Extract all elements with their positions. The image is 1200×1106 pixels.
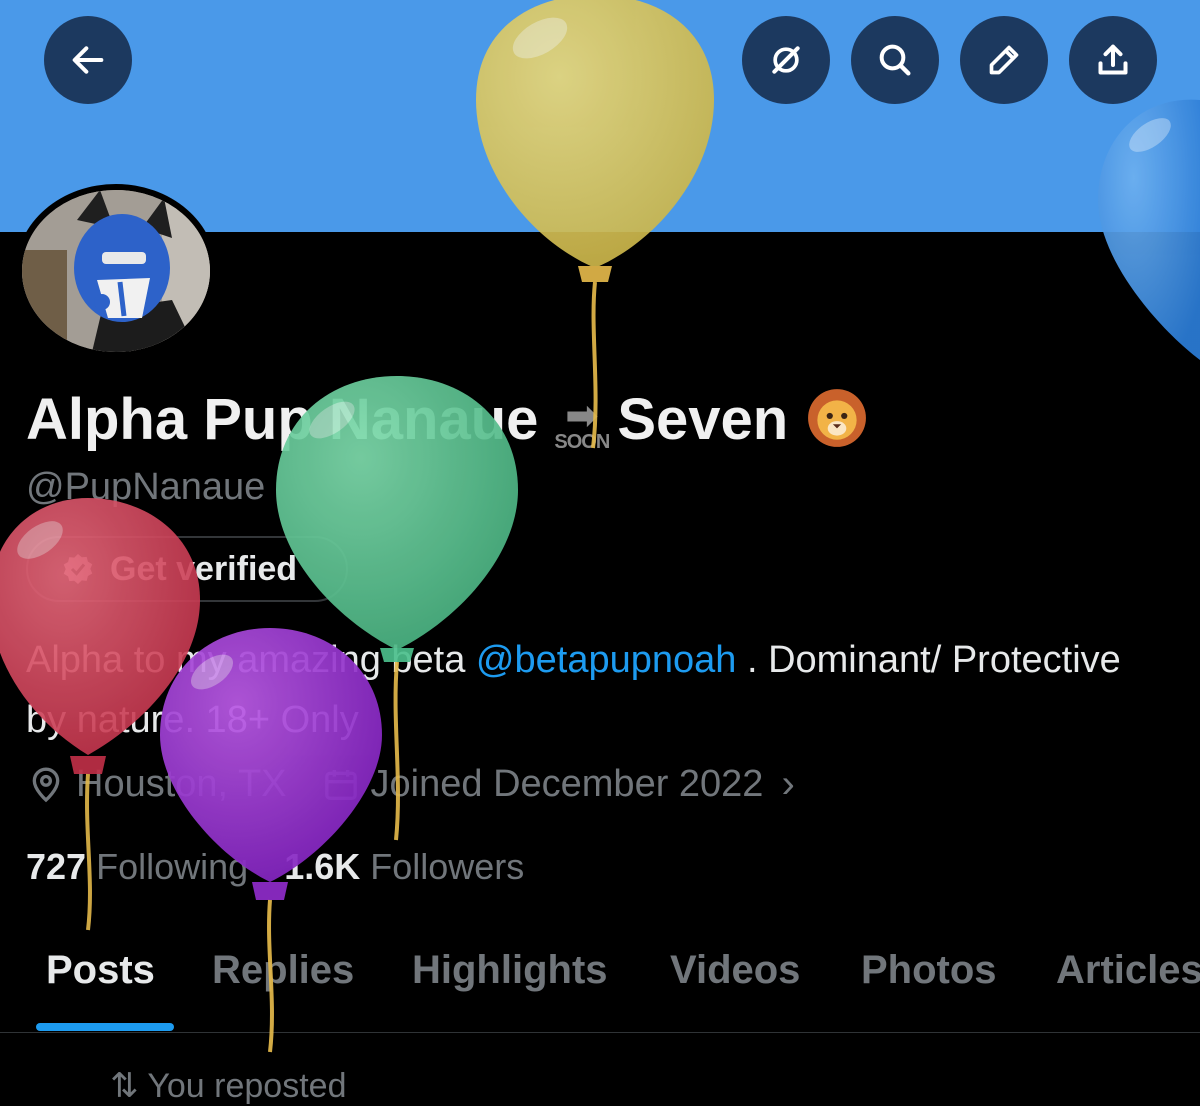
- display-name-part1: Alpha Pup Nanaue: [26, 387, 539, 452]
- share-icon: [1098, 44, 1128, 75]
- tab-videos[interactable]: Videos: [670, 948, 800, 993]
- share-button[interactable]: [1069, 16, 1157, 104]
- tab-replies[interactable]: Replies: [212, 948, 354, 993]
- tab-articles[interactable]: Articles: [1056, 948, 1200, 993]
- get-verified-label: Get verified: [110, 549, 298, 588]
- search-button[interactable]: [851, 16, 939, 104]
- repost-label: You reposted: [147, 1067, 347, 1105]
- active-tab-indicator: [36, 1023, 174, 1031]
- arrow-left-icon: [72, 46, 104, 74]
- followers-count: 1.6K: [284, 846, 361, 887]
- tab-posts[interactable]: Posts: [46, 948, 155, 993]
- joined-date: Joined December 2022: [370, 763, 764, 805]
- verified-badge-icon: [63, 554, 93, 584]
- tab-highlights[interactable]: Highlights: [412, 948, 608, 993]
- following-label: Following: [96, 846, 249, 887]
- display-name-part2: Seven: [617, 387, 789, 452]
- followers-label: Followers: [370, 846, 525, 887]
- grok-icon: [772, 46, 800, 74]
- profile-tabs: Posts Replies Highlights Videos Photos A…: [0, 940, 1200, 1033]
- calendar-icon: [324, 769, 357, 800]
- grok-button[interactable]: [742, 16, 830, 104]
- location-text: Houston, TX: [76, 763, 287, 805]
- edit-profile-button[interactable]: [960, 16, 1048, 104]
- tab-photos[interactable]: Photos: [861, 948, 997, 993]
- get-verified-button[interactable]: Get verified: [26, 536, 348, 602]
- profile-handle: @PupNanaue: [26, 466, 266, 508]
- soon-label: SOON: [554, 431, 610, 453]
- soon-emoji: ➡ SOON: [554, 394, 610, 454]
- repost-indicator: ⇅ You reposted: [110, 1066, 346, 1106]
- pencil-icon: [989, 45, 1019, 75]
- search-icon: [879, 44, 911, 76]
- bio-mention-link[interactable]: @betapupnoah: [476, 639, 736, 681]
- display-name: Alpha Pup Nanaue ➡ SOON Seven: [26, 386, 868, 453]
- avatar[interactable]: [22, 190, 210, 352]
- follow-stats: 727 Following 1.6K Followers: [26, 846, 524, 888]
- bio-text: Alpha to my amazing beta: [26, 639, 476, 681]
- chevron-right-icon[interactable]: ›: [781, 762, 794, 807]
- following-link[interactable]: 727 Following: [26, 846, 248, 887]
- following-count: 727: [26, 846, 87, 887]
- back-button[interactable]: [44, 16, 132, 104]
- profile-meta: Houston, TX Joined December 2022 ›: [26, 762, 795, 807]
- profile-bio: Alpha to my amazing beta @betapupnoah . …: [26, 630, 1166, 750]
- lion-face-emoji: [806, 387, 868, 449]
- soon-arrow-icon: ➡: [565, 394, 599, 438]
- location-pin-icon: [32, 767, 60, 802]
- followers-link[interactable]: 1.6K Followers: [284, 846, 524, 887]
- repost-icon: ⇅: [110, 1067, 139, 1105]
